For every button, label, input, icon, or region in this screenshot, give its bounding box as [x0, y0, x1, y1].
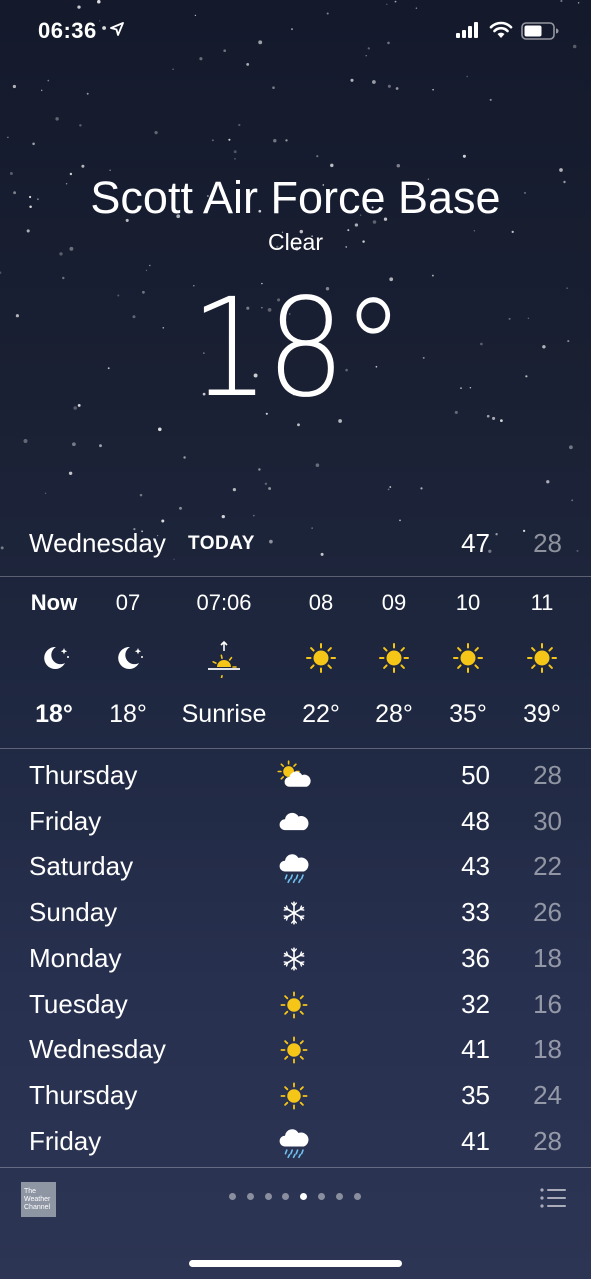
- daily-low-temp: 26: [533, 897, 562, 928]
- sun-icon: [522, 638, 562, 678]
- daily-high-temp: 36: [461, 942, 490, 973]
- today-day-name: Wednesday: [29, 528, 166, 558]
- hourly-time: Now: [30, 590, 78, 615]
- daily-day-name: Monday: [29, 942, 122, 973]
- daily-high-temp: 43: [461, 851, 490, 882]
- hourly-time: 11: [530, 590, 554, 615]
- daily-low-temp: 22: [533, 851, 562, 882]
- daily-day-name: Tuesday: [29, 988, 128, 1019]
- sun-icon: [276, 1032, 314, 1068]
- moon-stars-icon: [108, 638, 148, 678]
- daily-low-temp: 28: [533, 760, 562, 790]
- sunrise-icon: [204, 638, 244, 680]
- snowflake-icon: [276, 941, 314, 977]
- daily-row: Thursday 50 28: [0, 754, 591, 799]
- today-high-temp: 47: [461, 528, 490, 558]
- daily-high-temp: 33: [461, 897, 490, 928]
- current-temperature: 18°: [190, 270, 404, 428]
- snowflake-icon: [276, 895, 314, 931]
- daily-high-temp: 41: [461, 1034, 490, 1065]
- rain-cloud-icon: [276, 849, 314, 885]
- daily-row: Monday 36 18: [0, 937, 591, 982]
- daily-low-temp: 18: [533, 1034, 562, 1065]
- daily-high-temp: 48: [461, 805, 490, 836]
- rain-cloud-icon: [276, 1124, 314, 1160]
- daily-row: Tuesday 32 16: [0, 983, 591, 1028]
- daily-high-temp: 41: [461, 1125, 490, 1156]
- daily-low-temp: 24: [533, 1079, 562, 1110]
- today-label: TODAY: [188, 533, 255, 554]
- status-time: 06:36: [38, 18, 97, 43]
- daily-row: Friday 41 28: [0, 1120, 591, 1165]
- divider-top: [0, 576, 591, 577]
- current-condition: Clear: [268, 229, 323, 255]
- cloud-icon: [276, 804, 314, 840]
- hourly-forecast[interactable]: Now 18° 07 18° 07:06 Sunrise 08 22° 09 2…: [0, 578, 591, 746]
- moon-stars-icon: [34, 638, 74, 678]
- status-bar: 06:36: [0, 0, 591, 64]
- hourly-time: 10: [455, 590, 481, 615]
- daily-day-name: Saturday: [29, 851, 134, 882]
- daily-row: Friday 48 30: [0, 800, 591, 845]
- daily-day-name: Friday: [29, 805, 102, 836]
- daily-row: Thursday 35 24: [0, 1074, 591, 1119]
- daily-high-temp: 35: [461, 1079, 490, 1110]
- signal-icon: [456, 22, 478, 38]
- daily-row: Saturday 43 22: [0, 845, 591, 890]
- daily-high-temp: 50: [461, 760, 490, 790]
- city-name: Scott Air Force Base: [90, 172, 501, 223]
- daily-high-temp: 32: [461, 988, 490, 1019]
- page-dot[interactable]: [264, 1193, 272, 1200]
- page-dot[interactable]: [229, 1193, 236, 1200]
- bottom-toolbar: The Weather Channel: [0, 1168, 591, 1279]
- page-dot[interactable]: [300, 1193, 308, 1200]
- location-arrow-icon: [110, 22, 124, 36]
- page-dot[interactable]: [282, 1193, 290, 1200]
- page-dot[interactable]: [335, 1193, 343, 1200]
- page-dot[interactable]: [246, 1193, 254, 1200]
- hourly-time: 09: [381, 590, 407, 615]
- sun-icon: [301, 638, 341, 678]
- hourly-time: 07:06: [196, 590, 252, 615]
- sun-icon: [276, 987, 314, 1023]
- daily-day-name: Thursday: [29, 760, 138, 790]
- wifi-icon: [489, 21, 513, 38]
- sun-icon: [448, 638, 488, 678]
- daily-day-name: Friday: [29, 1125, 102, 1156]
- sun-icon: [276, 1078, 314, 1114]
- daily-low-temp: 28: [533, 1125, 562, 1156]
- today-summary-row: Wednesday TODAY 47 28: [0, 520, 591, 565]
- partly-cloudy-icon: [276, 758, 314, 794]
- hourly-temp: 39°: [523, 700, 561, 728]
- sun-icon: [374, 638, 414, 678]
- daily-row: Sunday 33 26: [0, 891, 591, 936]
- divider-bottom: [0, 748, 591, 749]
- daily-day-name: Wednesday: [29, 1034, 166, 1065]
- home-indicator[interactable]: [189, 1260, 402, 1267]
- list-icon[interactable]: [540, 1187, 566, 1209]
- daily-row: Wednesday 41 18: [0, 1028, 591, 1073]
- hourly-time: 07: [115, 590, 141, 615]
- hourly-time: 08: [308, 590, 334, 615]
- today-low-temp: 28: [533, 528, 562, 558]
- daily-low-temp: 18: [533, 942, 562, 973]
- logo-text: The Weather Channel: [24, 1188, 51, 1211]
- page-dot[interactable]: [353, 1193, 361, 1200]
- daily-low-temp: 30: [533, 805, 562, 836]
- daily-low-temp: 16: [533, 988, 562, 1019]
- page-dot[interactable]: [318, 1193, 325, 1200]
- weather-channel-logo[interactable]: The Weather Channel: [21, 1182, 56, 1217]
- daily-day-name: Thursday: [29, 1079, 138, 1110]
- battery-icon: [521, 22, 559, 40]
- daily-day-name: Sunday: [29, 897, 118, 928]
